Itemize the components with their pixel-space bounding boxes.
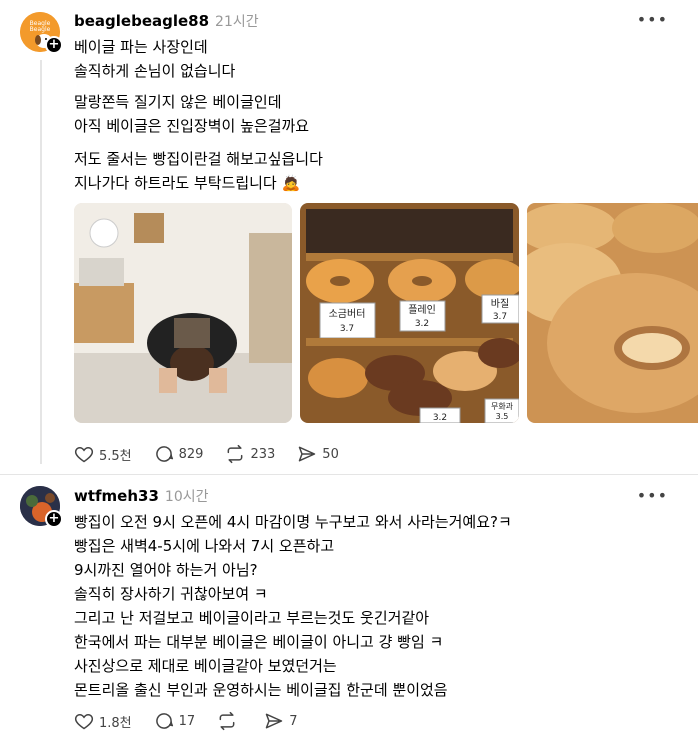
post-text-line-7: 사진상으로 제대로 베이글같아 보였던거는 <box>74 657 337 675</box>
username[interactable]: wtfmeh33 10시간 <box>74 486 209 506</box>
more-options-icon[interactable]: ••• <box>637 486 668 505</box>
username-text[interactable]: wtfmeh33 <box>74 487 159 505</box>
share-count: 50 <box>322 446 339 462</box>
bagel-closeup-image <box>527 203 698 423</box>
comment-count: 17 <box>178 713 196 729</box>
comment-count: 829 <box>178 446 204 462</box>
price-label-2: 플레인 <box>408 304 436 316</box>
post-image-3[interactable] <box>527 203 698 423</box>
like-button[interactable]: 5.5천 <box>74 444 132 464</box>
post-time: 10시간 <box>164 489 209 505</box>
post-text-line-5: 그리고 난 저걸보고 베이글이라고 부르는것도 웃긴거같아 <box>74 609 430 627</box>
share-button[interactable]: 7 <box>264 711 297 731</box>
post-text-line-1: 빵집이 오전 9시 오픈에 4시 마감이명 누구보고 와서 사라는거예요?ㅋ <box>74 513 512 531</box>
username-text[interactable]: beaglebeagle88 <box>74 12 209 30</box>
price-label-1-price: 3.7 <box>340 324 354 334</box>
bowing-person-image <box>74 203 292 423</box>
post-actions: 1.8천 17 7 <box>74 711 319 731</box>
like-button[interactable]: 1.8천 <box>74 711 132 731</box>
repost-button[interactable] <box>217 711 242 731</box>
post-image-1[interactable] <box>74 203 292 423</box>
heart-icon <box>74 446 94 463</box>
price-label-5-price: 3.5 <box>496 412 509 421</box>
price-label-4-price: 3.2 <box>433 413 447 423</box>
like-count: 1.8천 <box>99 715 132 731</box>
post-text-p2-l1: 말랑쫀득 질기지 않은 베이글인데 <box>74 93 282 111</box>
post-text-line-3: 9시까진 열어야 하는거 아님? <box>74 561 258 579</box>
price-label-5: 무화과 <box>491 402 514 411</box>
repost-button[interactable]: 233 <box>225 444 275 464</box>
follow-plus-icon[interactable]: + <box>45 36 63 54</box>
post-text-p1-l1: 베이글 파는 사장인데 <box>74 38 208 56</box>
post-image-2[interactable]: 소금버터 3.7 플레인 3.2 바질 3.7 3.2 무화과 3.5 <box>300 203 519 423</box>
heart-icon <box>74 713 94 730</box>
post-text-line-6: 한국에서 파는 대부분 베이글은 베이글이 아니고 걍 빵임 ㅋ <box>74 633 444 651</box>
post-text-line-2: 빵집은 새벽4-5시에 나와서 7시 오픈하고 <box>74 537 335 555</box>
thread-line <box>40 60 42 464</box>
svg-text:Beagle: Beagle <box>30 26 51 33</box>
post-actions: 5.5천 829 233 50 <box>74 444 361 464</box>
share-icon <box>299 446 316 462</box>
post-text-p3-l1: 저도 줄서는 빵집이란걸 해보고싶읍니다 <box>74 150 323 168</box>
repost-count: 233 <box>250 446 276 462</box>
post-text-p1-l2: 솔직하게 손님이 없습니다 <box>74 62 236 80</box>
bagel-display-image: 소금버터 3.7 플레인 3.2 바질 3.7 3.2 무화과 3.5 <box>300 203 519 423</box>
comment-icon <box>155 713 173 729</box>
post-2: + wtfmeh33 10시간 ••• 빵집이 오전 9시 오픈에 4시 마감이명… <box>0 475 698 738</box>
post-1: Beagle Beagle + beaglebeagle88 21시간 ••• 베… <box>0 0 698 475</box>
more-options-icon[interactable]: ••• <box>637 10 668 29</box>
post-time: 21시간 <box>215 14 259 30</box>
share-icon <box>265 713 283 729</box>
post-text-line-4: 솔직히 장사하기 귀찮아보여 ㅋ <box>74 585 268 603</box>
comment-button[interactable]: 17 <box>154 711 196 731</box>
share-count: 7 <box>289 713 298 729</box>
like-count: 5.5천 <box>99 448 132 464</box>
repost-icon <box>228 444 243 464</box>
follow-plus-icon[interactable]: + <box>45 510 63 528</box>
share-button[interactable]: 50 <box>297 444 339 464</box>
price-label-2-price: 3.2 <box>415 319 429 329</box>
comment-icon <box>155 446 173 462</box>
price-label-1: 소금버터 <box>329 308 366 320</box>
post-text-line-8: 몬트리올 출신 부인과 운영하시는 베이글집 한군데 뿐이었음 <box>74 681 448 699</box>
comment-button[interactable]: 829 <box>154 444 204 464</box>
price-label-3: 바질 <box>491 298 509 310</box>
repost-icon <box>219 711 235 731</box>
price-label-3-price: 3.7 <box>493 312 507 322</box>
post-text-p2-l2: 아직 베이글은 진입장벽이 높은걸까요 <box>74 117 310 135</box>
username[interactable]: beaglebeagle88 21시간 <box>74 11 259 31</box>
post-text-p3-l2: 지나가다 하트라도 부탁드립니다 🙇 <box>74 174 301 192</box>
